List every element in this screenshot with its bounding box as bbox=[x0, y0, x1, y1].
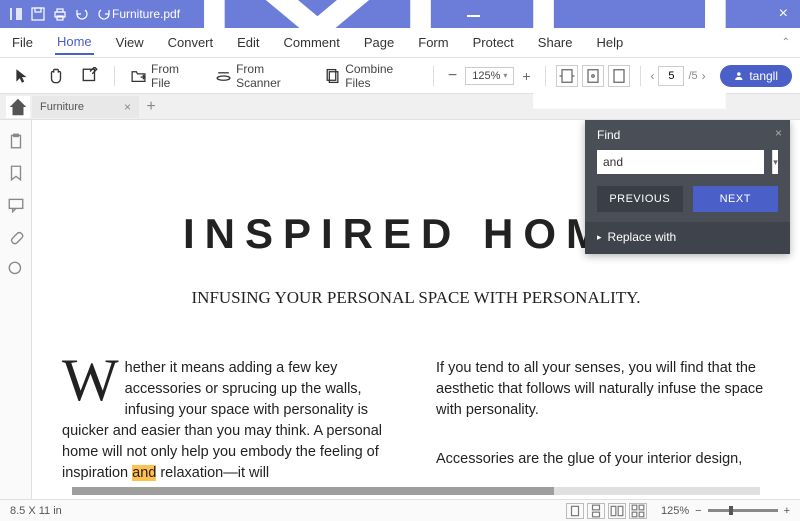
menu-comment[interactable]: Comment bbox=[282, 31, 342, 54]
menu-convert[interactable]: Convert bbox=[166, 31, 216, 54]
attachment-icon[interactable] bbox=[7, 228, 25, 246]
page-total: /5 bbox=[688, 70, 697, 82]
doc-columns: Whether it means adding a few key access… bbox=[62, 358, 770, 484]
find-options-dropdown[interactable]: ▾ bbox=[772, 150, 778, 174]
actual-size-button[interactable] bbox=[608, 65, 630, 87]
bookmark-icon[interactable] bbox=[7, 164, 25, 182]
menu-file[interactable]: File bbox=[10, 31, 35, 54]
find-previous-button[interactable]: PREVIOUS bbox=[597, 186, 683, 212]
from-file-button[interactable]: From File bbox=[125, 59, 204, 93]
zoom-slider-knob[interactable] bbox=[729, 506, 733, 515]
menu-help[interactable]: Help bbox=[595, 31, 626, 54]
view-facing-icon[interactable] bbox=[608, 503, 626, 519]
menu-share[interactable]: Share bbox=[536, 31, 575, 54]
menu-edit[interactable]: Edit bbox=[235, 31, 261, 54]
col1-text-b: relaxation—it will bbox=[156, 465, 269, 481]
search-highlight: and bbox=[132, 465, 156, 481]
find-title: Find bbox=[597, 128, 620, 142]
from-file-label: From File bbox=[151, 62, 199, 90]
horizontal-scrollbar[interactable] bbox=[72, 487, 760, 495]
find-input[interactable] bbox=[597, 150, 764, 174]
user-label: tangll bbox=[749, 69, 778, 83]
page-input[interactable] bbox=[658, 66, 684, 86]
chevron-right-icon: ▸ bbox=[597, 232, 602, 243]
status-zoom-in[interactable]: + bbox=[784, 505, 790, 517]
col2-text-a: If you tend to all your senses, you will… bbox=[436, 358, 770, 421]
new-tab-button[interactable]: + bbox=[141, 98, 161, 116]
menu-form[interactable]: Form bbox=[416, 31, 450, 54]
redo-icon[interactable] bbox=[96, 6, 112, 22]
doc-subtitle: INFUSING YOUR PERSONAL SPACE WITH PERSON… bbox=[62, 288, 770, 308]
app-logo-icon bbox=[8, 6, 24, 22]
document-canvas: INSPIRED HOME INFUSING YOUR PERSONAL SPA… bbox=[32, 120, 800, 499]
close-icon[interactable]: × bbox=[779, 5, 788, 23]
menubar: File Home View Convert Edit Comment Page… bbox=[0, 28, 800, 58]
find-next-button[interactable]: NEXT bbox=[693, 186, 779, 212]
titlebar: Furniture.pdf × bbox=[0, 0, 800, 28]
next-page-button[interactable]: › bbox=[702, 69, 706, 83]
zoom-value[interactable]: 125%▾ bbox=[465, 67, 514, 85]
save-icon[interactable] bbox=[30, 6, 46, 22]
zoom-in-button[interactable]: + bbox=[518, 68, 534, 84]
menu-view[interactable]: View bbox=[114, 31, 146, 54]
menu-protect[interactable]: Protect bbox=[471, 31, 516, 54]
combine-button[interactable]: Combine Files bbox=[319, 59, 423, 93]
zoom-out-button[interactable]: − bbox=[444, 67, 461, 85]
status-zoom-value: 125% bbox=[661, 505, 689, 517]
print-icon[interactable] bbox=[52, 6, 68, 22]
page-dimensions: 8.5 X 11 in bbox=[10, 505, 62, 517]
home-tab-button[interactable] bbox=[6, 96, 30, 118]
col2-text-b: Accessories are the glue of your interio… bbox=[436, 449, 770, 470]
window-title: Furniture.pdf bbox=[112, 7, 180, 21]
zoom-slider[interactable] bbox=[708, 509, 778, 512]
tab-label: Furniture bbox=[40, 101, 84, 113]
scroll-thumb[interactable] bbox=[72, 487, 554, 495]
fit-width-button[interactable] bbox=[556, 65, 578, 87]
edit-tool[interactable] bbox=[76, 64, 104, 88]
view-single-icon[interactable] bbox=[566, 503, 584, 519]
doc-col-left: Whether it means adding a few key access… bbox=[62, 358, 396, 484]
workarea: INSPIRED HOME INFUSING YOUR PERSONAL SPA… bbox=[0, 120, 800, 499]
from-scanner-button[interactable]: From Scanner bbox=[210, 59, 313, 93]
tab-close-icon[interactable]: × bbox=[124, 100, 131, 114]
document-tab[interactable]: Furniture × bbox=[32, 96, 139, 118]
minimize-icon[interactable] bbox=[467, 15, 480, 17]
fit-page-button[interactable] bbox=[582, 65, 604, 87]
view-continuous-icon[interactable] bbox=[587, 503, 605, 519]
clipboard-icon[interactable] bbox=[7, 132, 25, 150]
search-panel-icon[interactable] bbox=[7, 260, 25, 278]
undo-icon[interactable] bbox=[74, 6, 90, 22]
view-facing-cont-icon[interactable] bbox=[629, 503, 647, 519]
replace-toggle[interactable]: ▸ Replace with bbox=[585, 222, 790, 254]
side-toolbar bbox=[0, 120, 32, 499]
status-zoom-out[interactable]: − bbox=[695, 505, 701, 517]
prev-page-button[interactable]: ‹ bbox=[650, 69, 654, 83]
menu-page[interactable]: Page bbox=[362, 31, 396, 54]
user-button[interactable]: tangll bbox=[720, 65, 792, 87]
statusbar: 8.5 X 11 in 125% − + bbox=[0, 499, 800, 521]
find-close-icon[interactable]: × bbox=[775, 126, 782, 140]
hand-tool[interactable] bbox=[42, 64, 70, 88]
from-scanner-label: From Scanner bbox=[236, 62, 308, 90]
comment-icon[interactable] bbox=[7, 196, 25, 214]
find-panel: × Find ▾ PREVIOUS NEXT ▸ Replace with bbox=[585, 120, 790, 254]
menu-home[interactable]: Home bbox=[55, 30, 94, 55]
combine-label: Combine Files bbox=[345, 62, 418, 90]
dropcap: W bbox=[62, 358, 119, 402]
select-tool[interactable] bbox=[8, 64, 36, 88]
replace-label: Replace with bbox=[608, 230, 677, 244]
doc-col-right: If you tend to all your senses, you will… bbox=[436, 358, 770, 484]
collapse-ribbon-icon[interactable]: ⌃ bbox=[782, 37, 790, 48]
